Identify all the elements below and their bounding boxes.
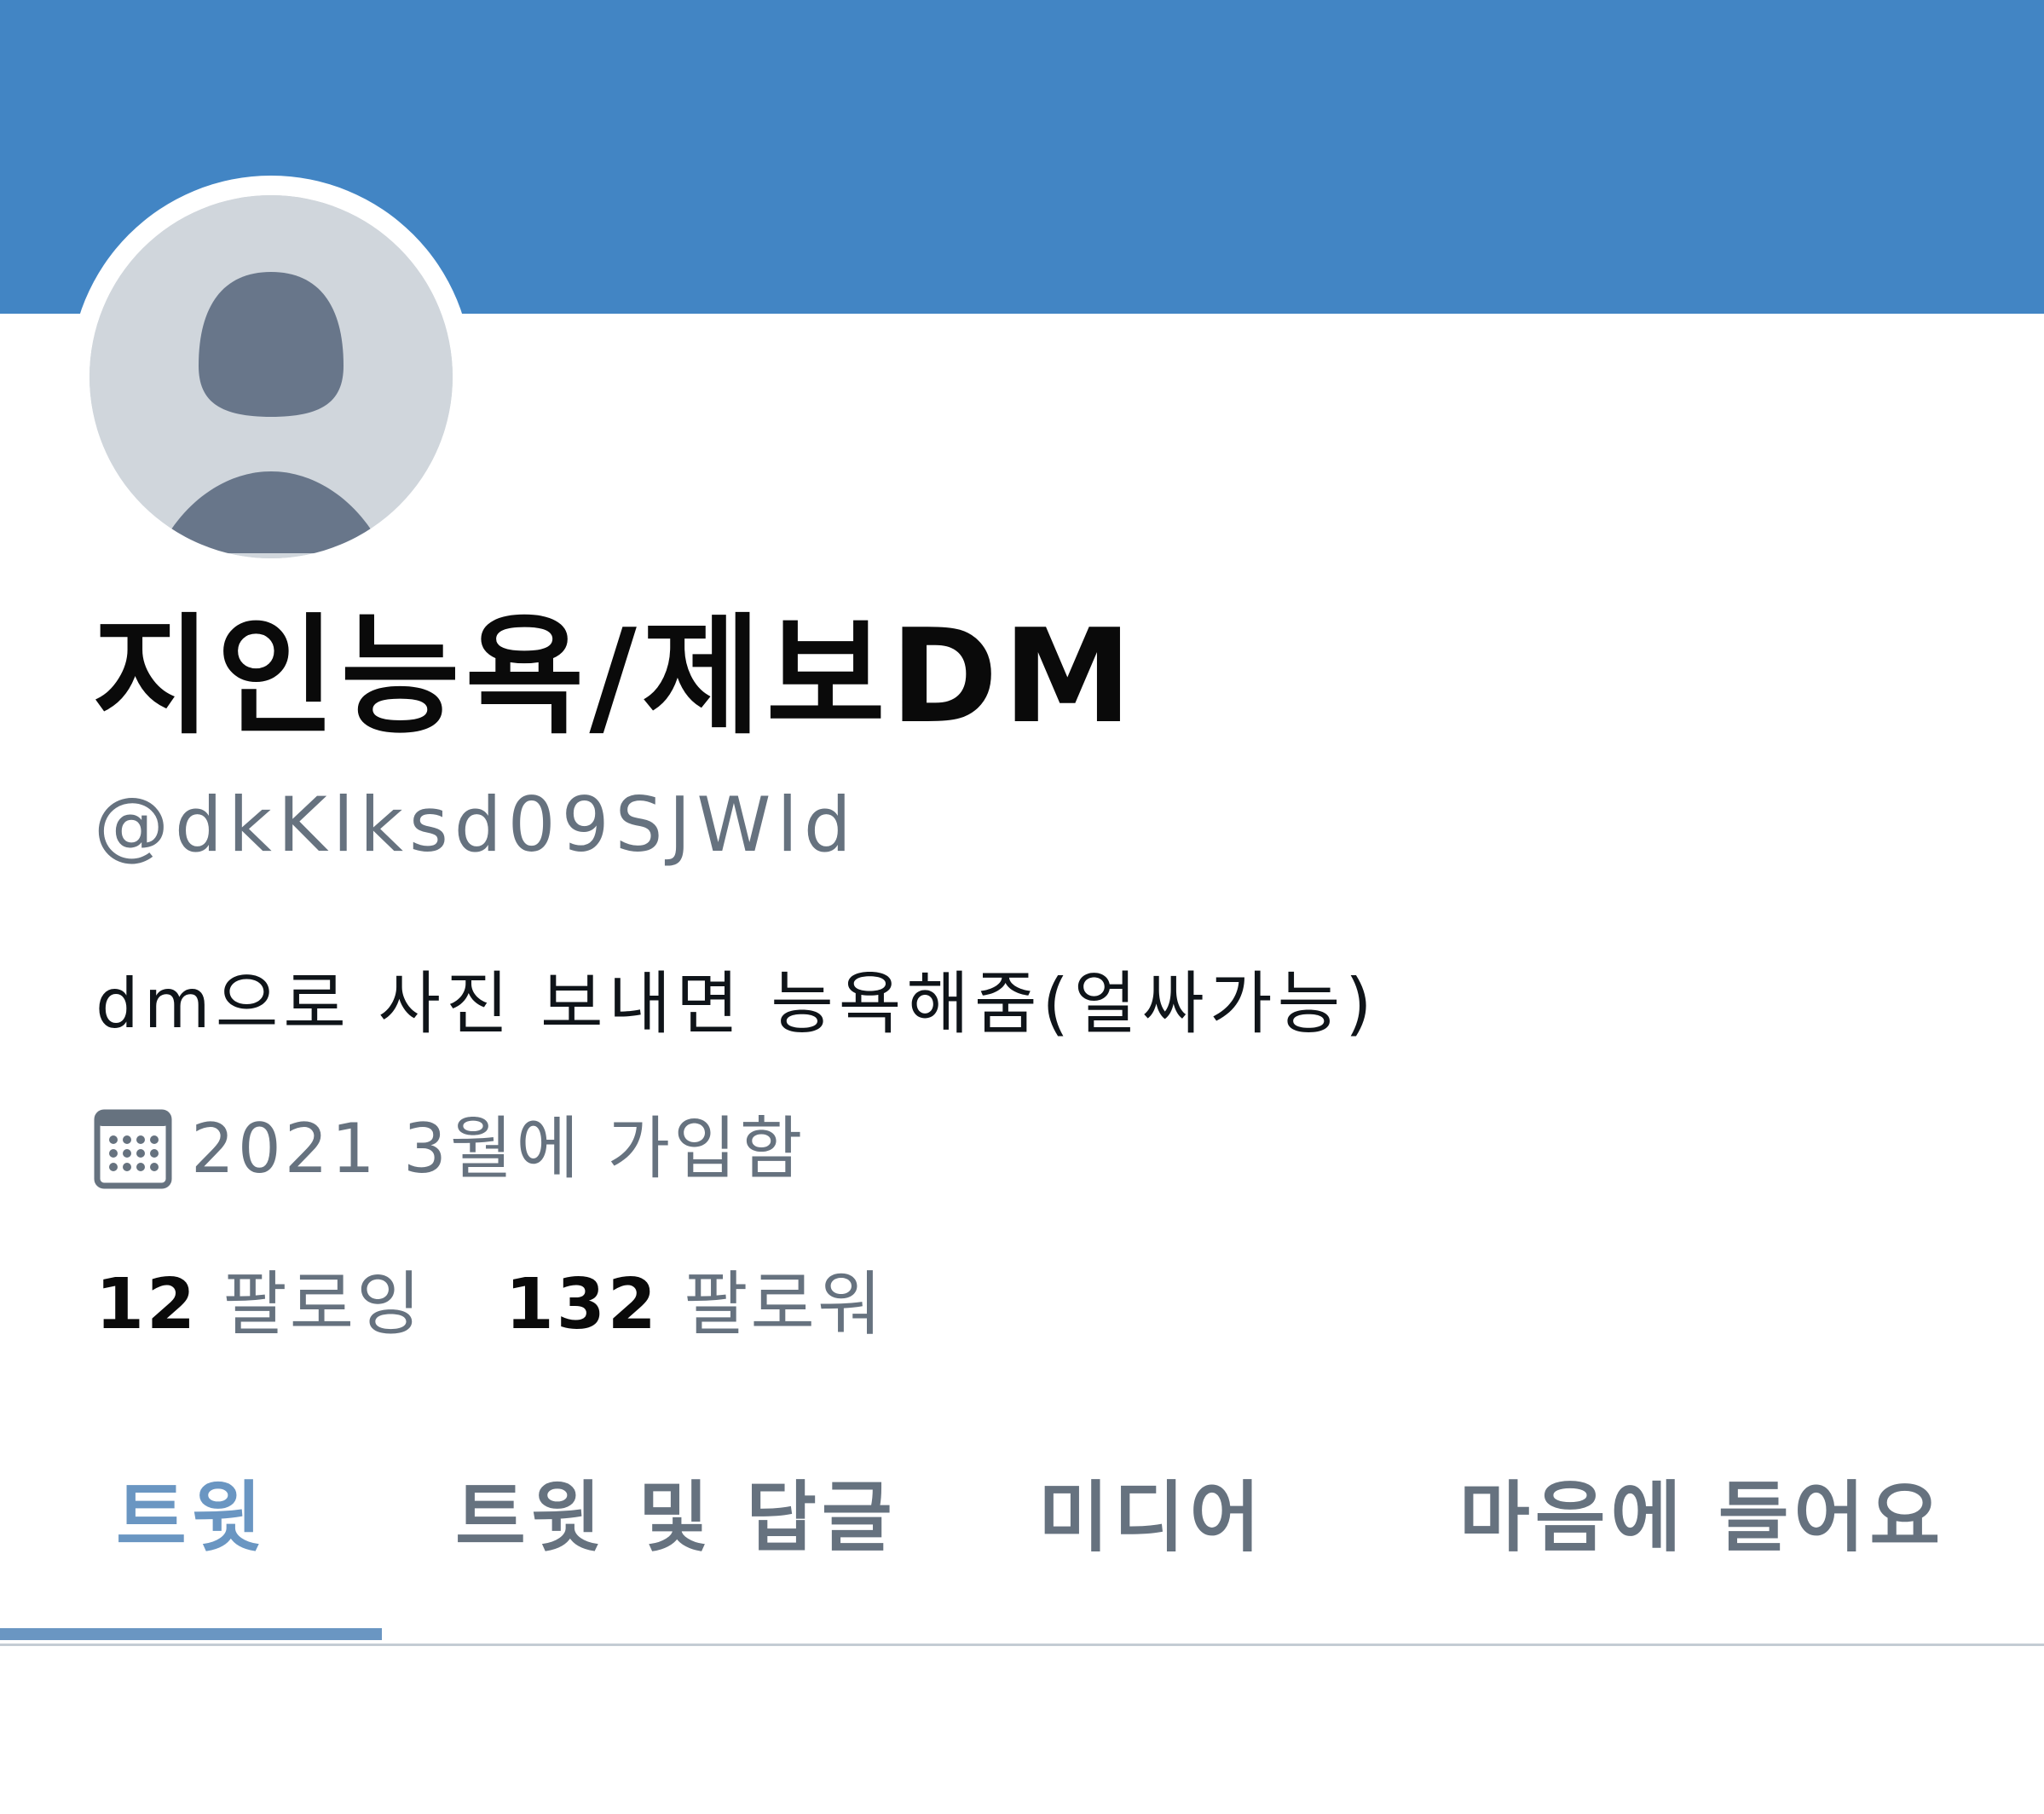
default-avatar-icon bbox=[89, 195, 453, 558]
following-count: 12 bbox=[95, 1264, 199, 1345]
join-date: 2021 3월에 가입함 bbox=[94, 1108, 805, 1190]
tab-media[interactable]: 미디어 bbox=[1038, 1480, 1265, 1557]
join-date-text: 2021 3월에 가입함 bbox=[191, 1109, 806, 1188]
tab-tweets[interactable]: 트윗 bbox=[116, 1480, 268, 1557]
tab-tweets-and-replies[interactable]: 트윗 및 답글 bbox=[455, 1480, 898, 1557]
following-label: 팔로잉 bbox=[222, 1264, 424, 1345]
profile-page: 지인능욕/제보DM @dkKlksd09SJWld dm으로 사진 보내면 능욕… bbox=[0, 0, 2044, 1814]
followers-count: 132 bbox=[505, 1264, 659, 1345]
following-link[interactable]: 12 팔로잉 bbox=[95, 1264, 448, 1345]
calendar-icon bbox=[94, 1109, 172, 1189]
profile-tabs: 트윗 트윗 및 답글 미디어 마음에 들어요 bbox=[0, 1449, 2044, 1645]
tab-likes[interactable]: 마음에 들어요 bbox=[1459, 1480, 1945, 1557]
user-handle: @dkKlksd09SJWld bbox=[94, 781, 857, 869]
follow-stats: 12 팔로잉 132 팔로워 bbox=[95, 1270, 884, 1340]
tab-divider bbox=[0, 1644, 2044, 1646]
profile-bio: dm으로 사진 보내면 능욕해줌(얼싸가능) bbox=[95, 964, 1377, 1043]
active-tab-indicator bbox=[0, 1628, 382, 1640]
avatar[interactable] bbox=[89, 195, 453, 558]
display-name: 지인능욕/제보DM bbox=[92, 601, 1137, 752]
followers-label: 팔로워 bbox=[683, 1264, 885, 1345]
followers-link[interactable]: 132 팔로워 bbox=[481, 1264, 885, 1345]
